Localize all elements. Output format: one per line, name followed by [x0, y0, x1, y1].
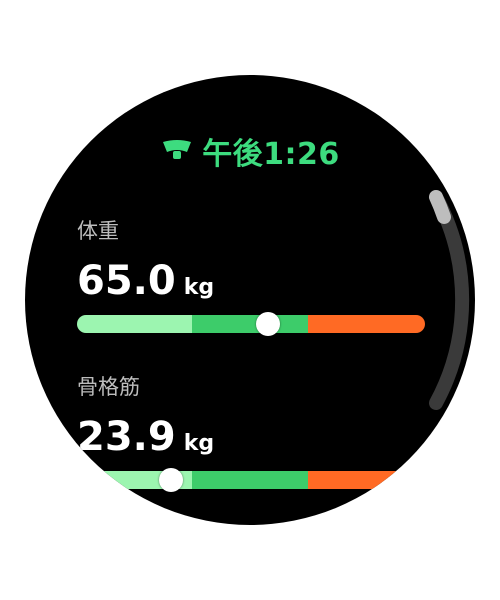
range-bar	[77, 312, 425, 336]
metric-value: 23.9	[77, 414, 176, 460]
range-segment-normal	[192, 471, 308, 489]
metric-value: 65.0	[77, 258, 176, 304]
scale-icon	[163, 140, 192, 159]
metric-skeletal-muscle[interactable]: 骨格筋 23.9 kg	[77, 373, 427, 492]
header: 午後1:26	[25, 131, 475, 172]
range-segment-high	[308, 471, 425, 489]
metric-value-row: 23.9 kg	[77, 415, 427, 459]
watch-face: 午後1:26 体重 65.0 kg 骨格筋 23.9 kg	[25, 75, 475, 525]
metric-label: 骨格筋	[77, 375, 140, 399]
scrollbar-track	[429, 190, 470, 410]
metric-unit: kg	[183, 431, 215, 456]
scrollbar-thumb	[429, 190, 451, 224]
metric-weight[interactable]: 体重 65.0 kg	[77, 217, 427, 336]
range-segment-normal	[192, 315, 308, 333]
range-bar	[77, 468, 425, 492]
range-marker	[158, 468, 183, 492]
clock-time: 午後1:26	[202, 137, 340, 172]
metric-label: 体重	[77, 219, 119, 243]
metric-unit: kg	[183, 275, 215, 300]
range-segment-low	[77, 315, 192, 333]
metric-value-row: 65.0 kg	[77, 259, 427, 303]
range-segment-high	[308, 315, 425, 333]
